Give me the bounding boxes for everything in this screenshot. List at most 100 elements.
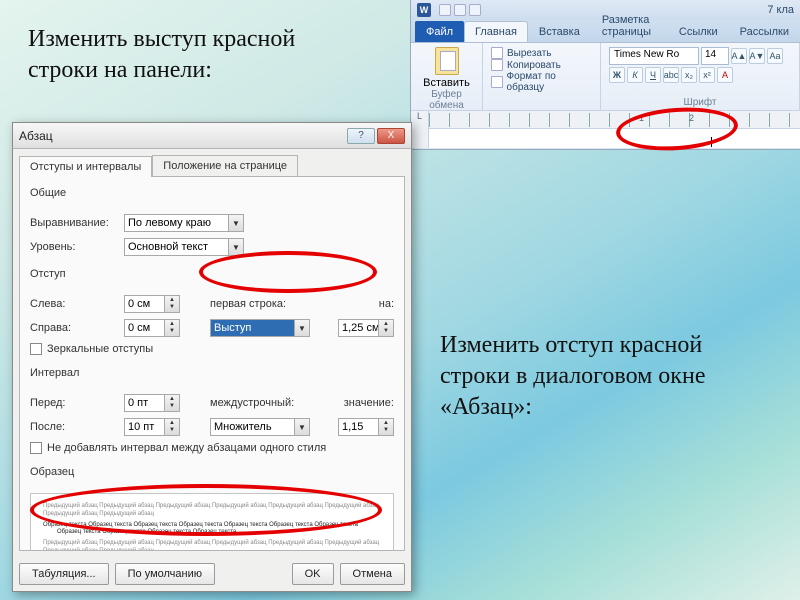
horizontal-ruler[interactable]: 1 2 xyxy=(429,111,800,129)
spacing-before-input[interactable]: 0 пт▲▼ xyxy=(124,394,180,412)
mirror-indents-label: Зеркальные отступы xyxy=(47,343,153,355)
chevron-down-icon: ▼ xyxy=(228,215,243,231)
close-button[interactable]: X xyxy=(377,128,405,144)
firstline-value: Выступ xyxy=(214,322,251,334)
ruler-tick-2: 2 xyxy=(689,113,694,123)
word-document-title: 7 кла xyxy=(767,4,794,16)
firstline-by-value: 1,25 см xyxy=(342,322,380,334)
line-spacing-combo[interactable]: Множитель▼ xyxy=(210,418,310,436)
paste-label: Вставить xyxy=(423,77,470,89)
shrink-font-button[interactable]: A▼ xyxy=(749,48,765,64)
set-default-button[interactable]: По умолчанию xyxy=(115,563,215,585)
dialog-body: Общие Выравнивание: По левому краю ▼ Уров… xyxy=(19,176,405,551)
alignment-combo[interactable]: По левому краю ▼ xyxy=(124,214,244,232)
slide-caption-bottom: Изменить отступ красной строки в диалого… xyxy=(440,330,750,424)
superscript-button[interactable]: x² xyxy=(699,67,715,83)
spacing-after-value: 10 пт xyxy=(128,421,154,433)
mirror-indents-checkbox[interactable]: Зеркальные отступы xyxy=(30,343,394,355)
firstline-combo[interactable]: Выступ▼ xyxy=(210,319,310,337)
spacing-after-input[interactable]: 10 пт▲▼ xyxy=(124,418,180,436)
preview-box: Предыдущий абзац Предыдущий абзац Предыд… xyxy=(30,493,394,551)
line-spacing-at-input[interactable]: 1,15▲▼ xyxy=(338,418,394,436)
tab-page-layout[interactable]: Разметка страницы xyxy=(591,9,668,42)
strike-button[interactable]: abc xyxy=(663,67,679,83)
font-group: Times New Ro 14 A▲ A▼ Aa Ж К Ч abc x₂ x²… xyxy=(601,43,800,110)
tab-file[interactable]: Файл xyxy=(415,21,464,42)
chevron-down-icon: ▼ xyxy=(228,239,243,255)
outline-level-label: Уровень: xyxy=(30,241,118,253)
section-preview: Образец xyxy=(30,466,394,478)
tab-indents-spacing[interactable]: Отступы и интервалы xyxy=(19,156,152,177)
paste-button[interactable]: Вставить xyxy=(419,47,474,89)
help-button[interactable]: ? xyxy=(347,128,375,144)
copy-button[interactable]: Копировать xyxy=(491,59,592,71)
tab-insert[interactable]: Вставка xyxy=(528,21,591,42)
indent-left-label: Слева: xyxy=(30,298,118,310)
tab-references[interactable]: Ссылки xyxy=(668,21,729,42)
indent-left-input[interactable]: 0 см▲▼ xyxy=(124,295,180,313)
clipboard-group-label: Буфер обмена xyxy=(419,89,474,111)
spacing-after-label: После: xyxy=(30,421,118,433)
italic-button[interactable]: К xyxy=(627,67,643,83)
indent-left-value: 0 см xyxy=(128,298,150,310)
dialog-titlebar[interactable]: Абзац ? X xyxy=(13,123,411,149)
paste-icon xyxy=(435,47,459,75)
cancel-button[interactable]: Отмена xyxy=(340,563,405,585)
copy-label: Копировать xyxy=(507,60,561,71)
tab-home[interactable]: Главная xyxy=(464,21,528,42)
alignment-label: Выравнивание: xyxy=(30,217,118,229)
ruler-tick-1: 1 xyxy=(639,113,644,123)
format-painter-label: Формат по образцу xyxy=(507,71,592,93)
section-indent: Отступ xyxy=(30,268,394,280)
indent-right-value: 0 см xyxy=(128,322,150,334)
ribbon-tabs: Файл Главная Вставка Разметка страницы С… xyxy=(411,20,800,42)
change-case-button[interactable]: Aa xyxy=(767,48,783,64)
grow-font-button[interactable]: A▲ xyxy=(731,48,747,64)
firstline-by-input[interactable]: 1,25 см▲▼ xyxy=(338,319,394,337)
underline-button[interactable]: Ч xyxy=(645,67,661,83)
subscript-button[interactable]: x₂ xyxy=(681,67,697,83)
firstline-label: первая строка: xyxy=(210,298,286,310)
paragraph-dialog: Абзац ? X Отступы и интервалы Положение … xyxy=(12,122,412,592)
cut-button[interactable]: Вырезать xyxy=(491,47,592,59)
tab-mailings[interactable]: Рассылки xyxy=(729,21,800,42)
spacing-before-label: Перед: xyxy=(30,397,118,409)
clipboard-extra: Вырезать Копировать Формат по образцу xyxy=(483,43,601,110)
font-group-label: Шрифт xyxy=(609,97,791,108)
scissors-icon xyxy=(491,47,503,59)
word-window: W 7 кла Файл Главная Вставка Разметка ст… xyxy=(410,0,800,150)
outline-level-value: Основной текст xyxy=(128,241,208,253)
line-spacing-label: междустрочный: xyxy=(210,397,294,409)
clipboard-group: Вставить Буфер обмена xyxy=(411,43,483,110)
tab-line-page-breaks[interactable]: Положение на странице xyxy=(152,155,298,176)
text-cursor xyxy=(711,137,712,147)
qat-redo-icon[interactable] xyxy=(469,4,481,16)
chevron-down-icon: ▼ xyxy=(294,419,309,435)
font-name-combo[interactable]: Times New Ro xyxy=(609,47,699,65)
indent-right-input[interactable]: 0 см▲▼ xyxy=(124,319,180,337)
section-general: Общие xyxy=(30,187,394,199)
qat-undo-icon[interactable] xyxy=(454,4,466,16)
font-size-combo[interactable]: 14 xyxy=(701,47,729,65)
checkbox-icon xyxy=(30,343,42,355)
dialog-title: Абзац xyxy=(19,129,53,143)
slide-caption-top: Изменить выступ красной строки на панели… xyxy=(28,24,328,86)
line-spacing-at-value: 1,15 xyxy=(342,421,363,433)
cut-label: Вырезать xyxy=(507,48,551,59)
document-area: L 1 2 xyxy=(411,110,800,148)
ribbon: Вставить Буфер обмена Вырезать Копироват… xyxy=(411,42,800,110)
quick-access-toolbar[interactable] xyxy=(439,4,481,16)
no-space-label: Не добавлять интервал между абзацами одн… xyxy=(47,442,326,454)
tabs-button[interactable]: Табуляция... xyxy=(19,563,109,585)
firstline-by-label: на: xyxy=(379,298,394,310)
format-painter-button[interactable]: Формат по образцу xyxy=(491,71,592,93)
outline-level-combo[interactable]: Основной текст ▼ xyxy=(124,238,244,256)
qat-save-icon[interactable] xyxy=(439,4,451,16)
font-color-button[interactable]: A xyxy=(717,67,733,83)
no-space-same-style-checkbox[interactable]: Не добавлять интервал между абзацами одн… xyxy=(30,442,394,454)
ok-button[interactable]: OK xyxy=(292,563,334,585)
spacing-before-value: 0 пт xyxy=(128,397,148,409)
indent-right-label: Справа: xyxy=(30,322,118,334)
alignment-value: По левому краю xyxy=(128,217,211,229)
bold-button[interactable]: Ж xyxy=(609,67,625,83)
